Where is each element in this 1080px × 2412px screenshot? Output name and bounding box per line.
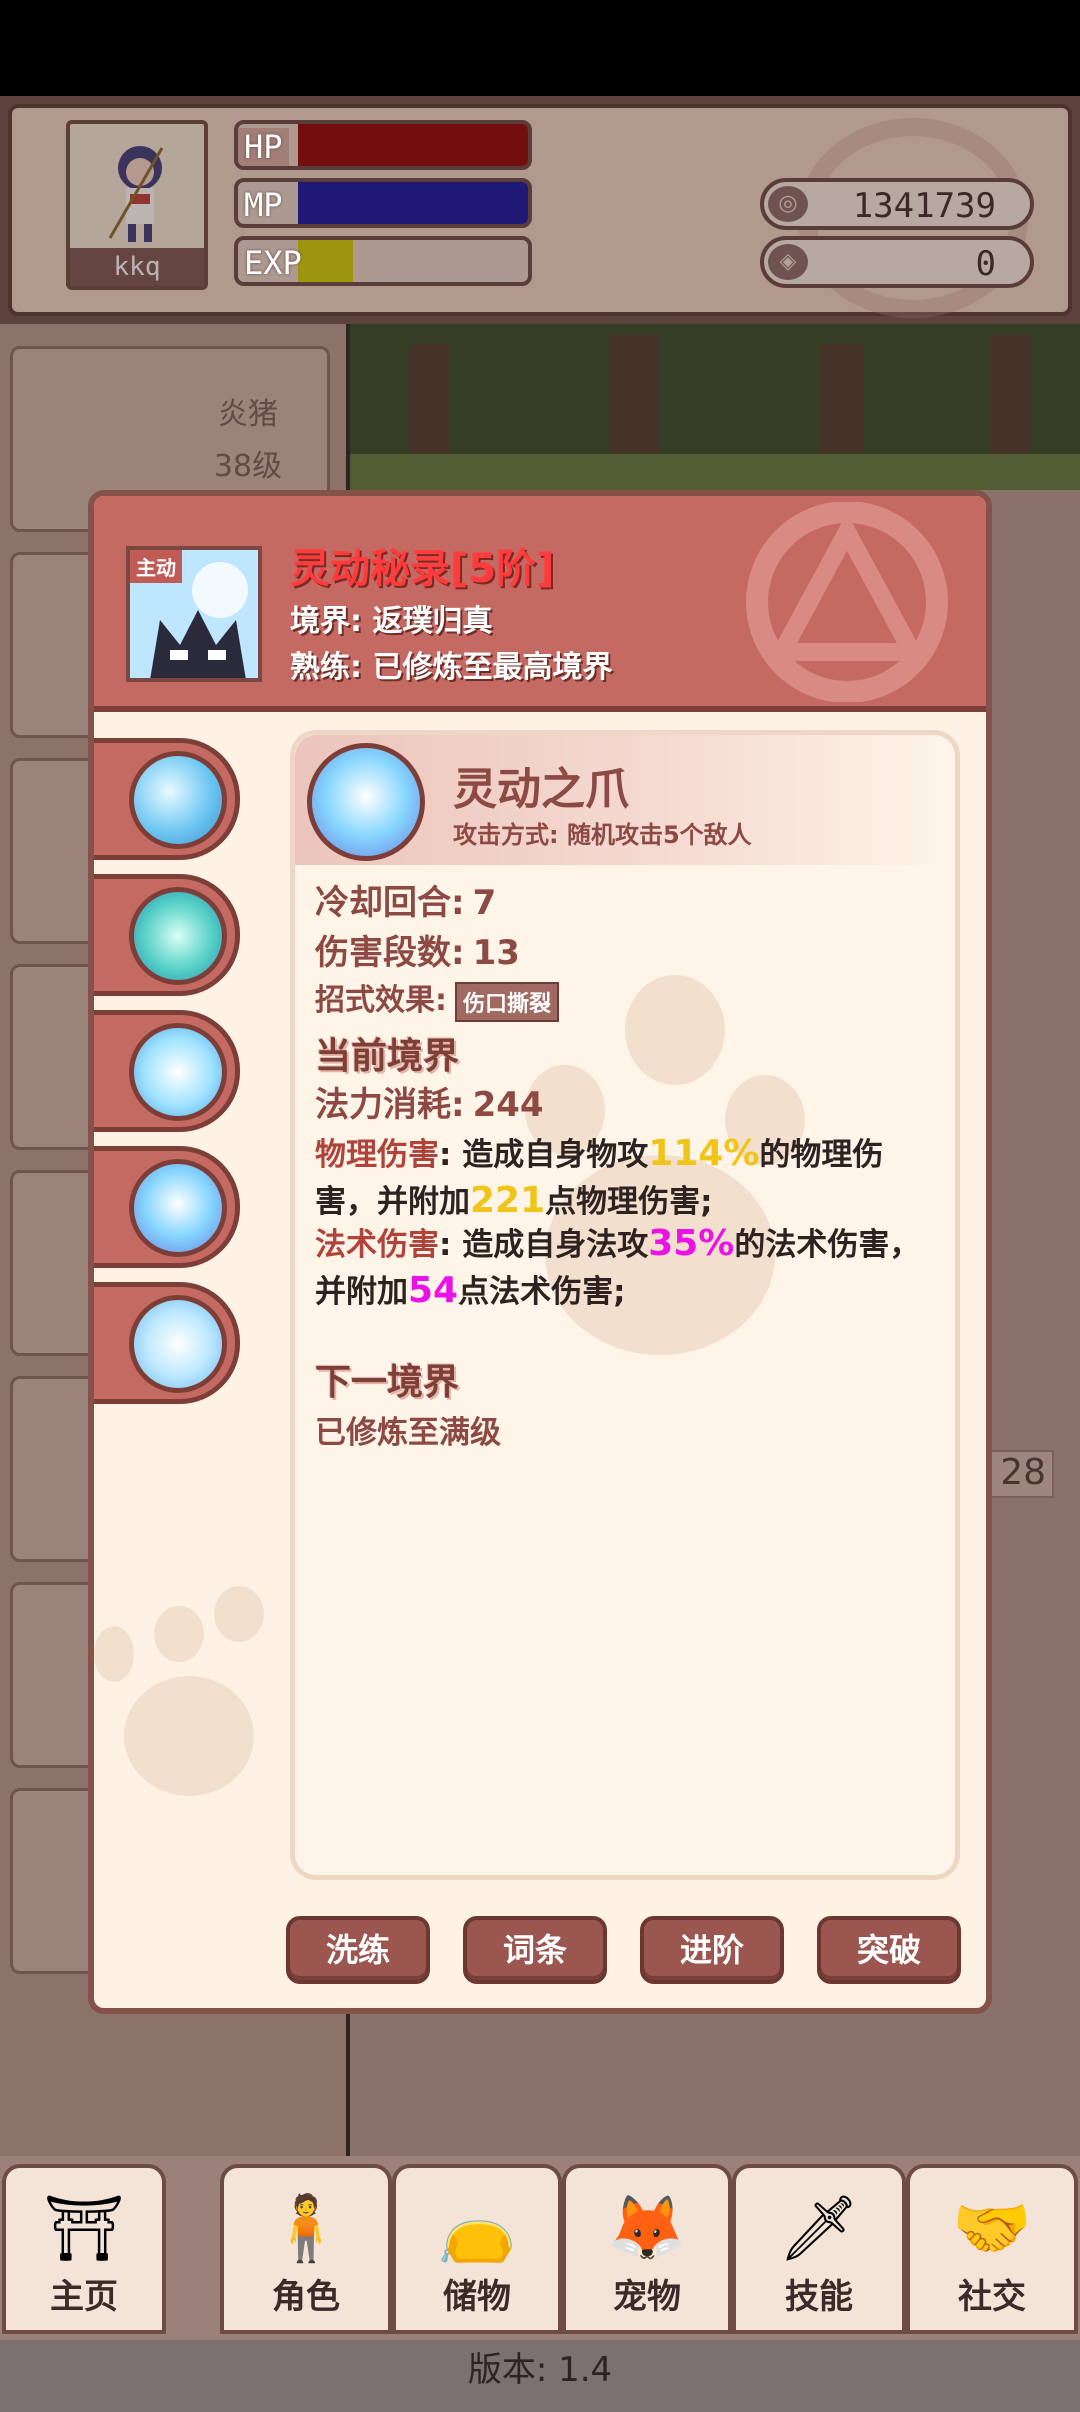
nav-label: 宠物 bbox=[613, 2277, 681, 2317]
move-tab[interactable] bbox=[94, 738, 240, 860]
move-tab[interactable] bbox=[94, 1282, 240, 1404]
next-realm-title: 下一境界 bbox=[315, 1362, 460, 1403]
cooldown-value: 7 bbox=[472, 883, 497, 923]
nav-label: 社交 bbox=[958, 2277, 1026, 2317]
claw-orb-icon bbox=[307, 743, 425, 861]
status-bar bbox=[0, 0, 1080, 96]
effect-label: 招式效果: bbox=[315, 983, 447, 1018]
mana-label: 法力消耗: bbox=[315, 1085, 465, 1125]
active-tag: 主动 bbox=[130, 550, 182, 583]
mag-text: 点法术伤害; bbox=[458, 1274, 626, 1310]
phys-flat: 221 bbox=[470, 1180, 546, 1221]
hp-label: HP bbox=[238, 128, 289, 166]
character-icon: 🧍 bbox=[266, 2192, 346, 2266]
skill-realm: 境界: 返璞归真 bbox=[290, 604, 493, 639]
move-orb-icon bbox=[129, 751, 227, 849]
current-realm-title: 当前境界 bbox=[315, 1036, 460, 1077]
gate-icon: ⛩ bbox=[43, 2192, 125, 2266]
phys-label: 物理伤害 bbox=[315, 1137, 439, 1173]
paw-decoration bbox=[94, 1626, 134, 1682]
move-orb-icon bbox=[129, 1159, 227, 1257]
phys-text: 点物理伤害; bbox=[545, 1184, 713, 1220]
bag-icon: 👝 bbox=[437, 2192, 517, 2266]
mag-flat: 54 bbox=[408, 1270, 459, 1311]
nav-label: 技能 bbox=[785, 2277, 853, 2317]
phys-percent: 114% bbox=[648, 1133, 760, 1174]
mana-value: 244 bbox=[472, 1085, 544, 1125]
move-orb-icon bbox=[129, 1023, 227, 1121]
hits-line: 伤害段数: 13 bbox=[315, 925, 520, 974]
paw-decoration bbox=[214, 1586, 264, 1642]
attack-mode: 攻击方式: 随机攻击5个敌人 bbox=[453, 821, 752, 849]
effect-line: 招式效果: 伤口撕裂 bbox=[315, 975, 560, 1022]
magic-damage-desc: 法术伤害: 造成自身法攻35%的法术伤害，并附加54点法术伤害; bbox=[315, 1221, 935, 1315]
mag-text: : 造成自身法攻 bbox=[439, 1227, 649, 1263]
mp-label: MP bbox=[244, 186, 283, 224]
paw-decoration bbox=[124, 1676, 254, 1796]
refine-button[interactable]: 洗练 bbox=[286, 1916, 430, 1984]
paw-decoration bbox=[625, 975, 725, 1085]
nav-pet[interactable]: 🦊 宠物 bbox=[562, 2164, 732, 2334]
mag-percent: 35% bbox=[648, 1223, 735, 1264]
skill-header: 主动 灵动秘录[5阶] 境界: 返璞归真 熟练: 已修炼至最高境界 bbox=[94, 496, 986, 712]
fox-icon: 🦊 bbox=[607, 2192, 687, 2266]
move-name: 灵动之爪 bbox=[453, 764, 629, 815]
nav-label: 储物 bbox=[443, 2277, 511, 2317]
version-text: 版本: 1.4 bbox=[0, 2340, 1080, 2412]
affix-button[interactable]: 词条 bbox=[463, 1916, 607, 1984]
nav-skill[interactable]: 🗡 技能 bbox=[732, 2164, 906, 2334]
move-tab[interactable] bbox=[94, 1010, 240, 1132]
hits-value: 13 bbox=[472, 933, 520, 973]
skill-mastery: 熟练: 已修炼至最高境界 bbox=[290, 650, 613, 685]
move-tab-selected[interactable] bbox=[94, 1146, 240, 1268]
skill-title: 灵动秘录[5阶] bbox=[290, 546, 555, 592]
paw-decoration bbox=[154, 1606, 204, 1662]
phys-text: : 造成自身物攻 bbox=[439, 1137, 649, 1173]
skill-book-icon: 主动 bbox=[126, 546, 262, 682]
bottom-navigation: ⛩ 主页 🧍 角色 👝 储物 🦊 宠物 🗡 技能 🤝 社交 bbox=[0, 2156, 1080, 2340]
nav-home[interactable]: ⛩ 主页 bbox=[2, 2164, 166, 2334]
move-header: 灵动之爪 攻击方式: 随机攻击5个敌人 bbox=[295, 735, 955, 865]
advance-button[interactable]: 进阶 bbox=[640, 1916, 784, 1984]
nav-label: 主页 bbox=[50, 2277, 118, 2317]
breakthrough-button[interactable]: 突破 bbox=[817, 1916, 961, 1984]
mana-line: 法力消耗: 244 bbox=[315, 1077, 544, 1126]
hits-label: 伤害段数: bbox=[315, 933, 465, 973]
move-tab[interactable] bbox=[94, 874, 240, 996]
exp-label: EXP bbox=[244, 244, 302, 282]
move-orb-icon bbox=[129, 1295, 227, 1393]
effect-tag[interactable]: 伤口撕裂 bbox=[455, 981, 560, 1022]
mag-label: 法术伤害 bbox=[315, 1227, 439, 1263]
move-orb-icon bbox=[129, 887, 227, 985]
emblem-icon bbox=[746, 502, 948, 702]
handshake-icon: 🤝 bbox=[952, 2192, 1032, 2266]
physical-damage-desc: 物理伤害: 造成自身物攻114%的物理伤害，并附加221点物理伤害; bbox=[315, 1131, 935, 1225]
nav-storage[interactable]: 👝 储物 bbox=[392, 2164, 562, 2334]
move-detail-card: 灵动之爪 攻击方式: 随机攻击5个敌人 冷却回合: 7 伤害段数: 13 招式效果:… bbox=[290, 730, 960, 1880]
cooldown-line: 冷却回合: 7 bbox=[315, 875, 496, 924]
nav-character[interactable]: 🧍 角色 bbox=[220, 2164, 392, 2334]
nav-social[interactable]: 🤝 社交 bbox=[906, 2164, 1078, 2334]
sword-icon: 🗡 bbox=[778, 2192, 860, 2266]
nav-label: 角色 bbox=[272, 2277, 340, 2317]
cooldown-label: 冷却回合: bbox=[315, 883, 465, 923]
skill-detail-modal: 主动 灵动秘录[5阶] 境界: 返璞归真 熟练: 已修炼至最高境界 灵动之爪 攻… bbox=[88, 490, 992, 2014]
next-realm-text: 已修炼至满级 bbox=[315, 1415, 501, 1451]
